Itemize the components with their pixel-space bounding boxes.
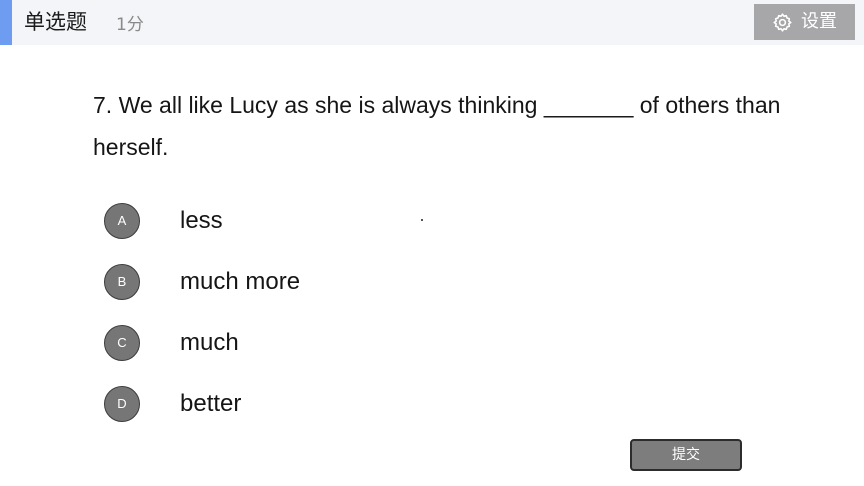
question-type-label: 单选题 bbox=[24, 10, 87, 34]
header-bar: 单选题 1分 设置 bbox=[0, 0, 864, 45]
option-text[interactable]: much bbox=[180, 325, 239, 361]
option-badge[interactable]: B bbox=[104, 264, 140, 300]
option-text[interactable]: less bbox=[180, 203, 223, 239]
stray-dot bbox=[421, 219, 423, 221]
header-accent-bar bbox=[0, 0, 12, 45]
option-c[interactable]: C much bbox=[104, 323, 504, 363]
gear-icon bbox=[772, 12, 793, 33]
option-text[interactable]: better bbox=[180, 386, 241, 422]
settings-label: 设置 bbox=[801, 11, 837, 32]
question-text: 7. We all like Lucy as she is always thi… bbox=[93, 92, 781, 160]
option-badge[interactable]: D bbox=[104, 386, 140, 422]
question-score: 1分 bbox=[116, 15, 144, 35]
option-d[interactable]: D better bbox=[104, 384, 504, 424]
option-badge[interactable]: A bbox=[104, 203, 140, 239]
submit-button[interactable]: 提交 bbox=[630, 439, 742, 471]
settings-button[interactable]: 设置 bbox=[754, 4, 855, 40]
option-b[interactable]: B much more bbox=[104, 262, 504, 302]
option-text[interactable]: much more bbox=[180, 264, 300, 300]
option-badge[interactable]: C bbox=[104, 325, 140, 361]
option-a[interactable]: A less bbox=[104, 201, 504, 241]
